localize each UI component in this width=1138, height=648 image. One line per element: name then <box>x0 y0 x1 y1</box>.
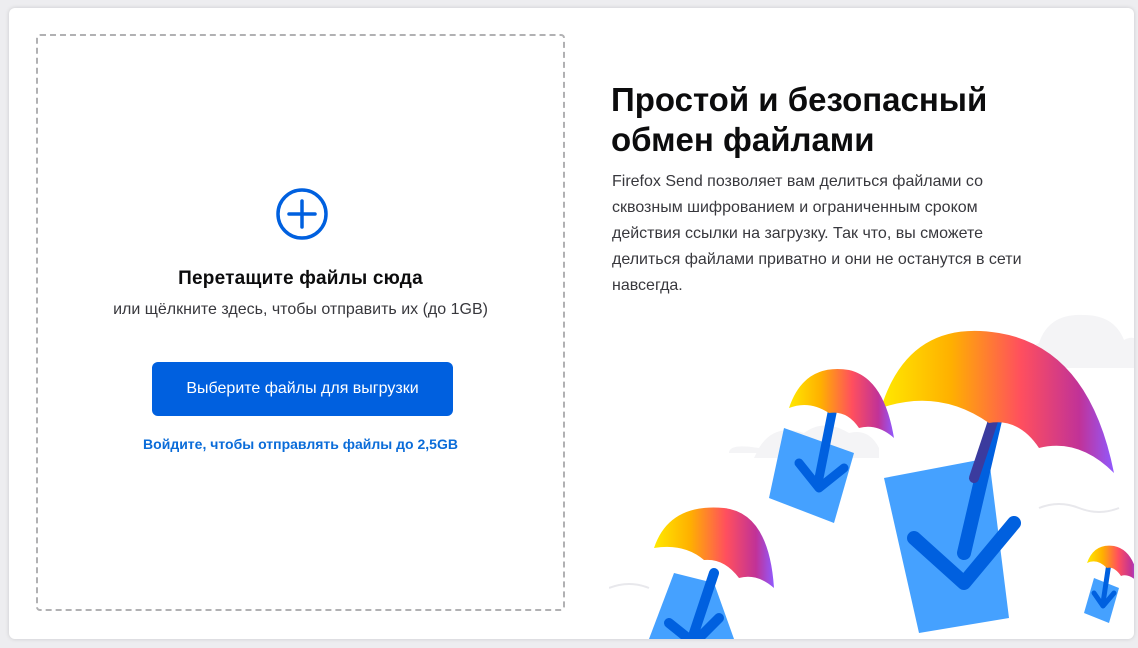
large-parachute <box>881 330 1114 633</box>
intro-title: Простой и безопасный обмен файлами <box>611 80 1071 160</box>
parachute-files-illustration <box>609 314 1134 639</box>
drop-subtitle: или щёлкните здесь, чтобы отправить их (… <box>113 301 488 318</box>
small-parachute-bottom <box>649 507 774 639</box>
main-card: Перетащите файлы сюда или щёлкните здесь… <box>9 8 1134 639</box>
intro-title-line2: обмен файлами <box>611 121 875 158</box>
select-files-button[interactable]: Выберите файлы для выгрузки <box>152 362 453 416</box>
intro-description: Firefox Send позволяет вам делиться файл… <box>612 173 1022 294</box>
intro-title-line1: Простой и безопасный <box>611 81 988 118</box>
plus-circle-icon[interactable] <box>276 188 328 240</box>
tiny-parachute-right <box>1084 545 1134 623</box>
drop-title: Перетащите файлы сюда <box>178 268 423 289</box>
upload-drop-zone[interactable]: Перетащите файлы сюда или щёлкните здесь… <box>36 34 565 611</box>
signin-link[interactable]: Войдите, чтобы отправлять файлы до 2,5GB <box>38 436 563 452</box>
